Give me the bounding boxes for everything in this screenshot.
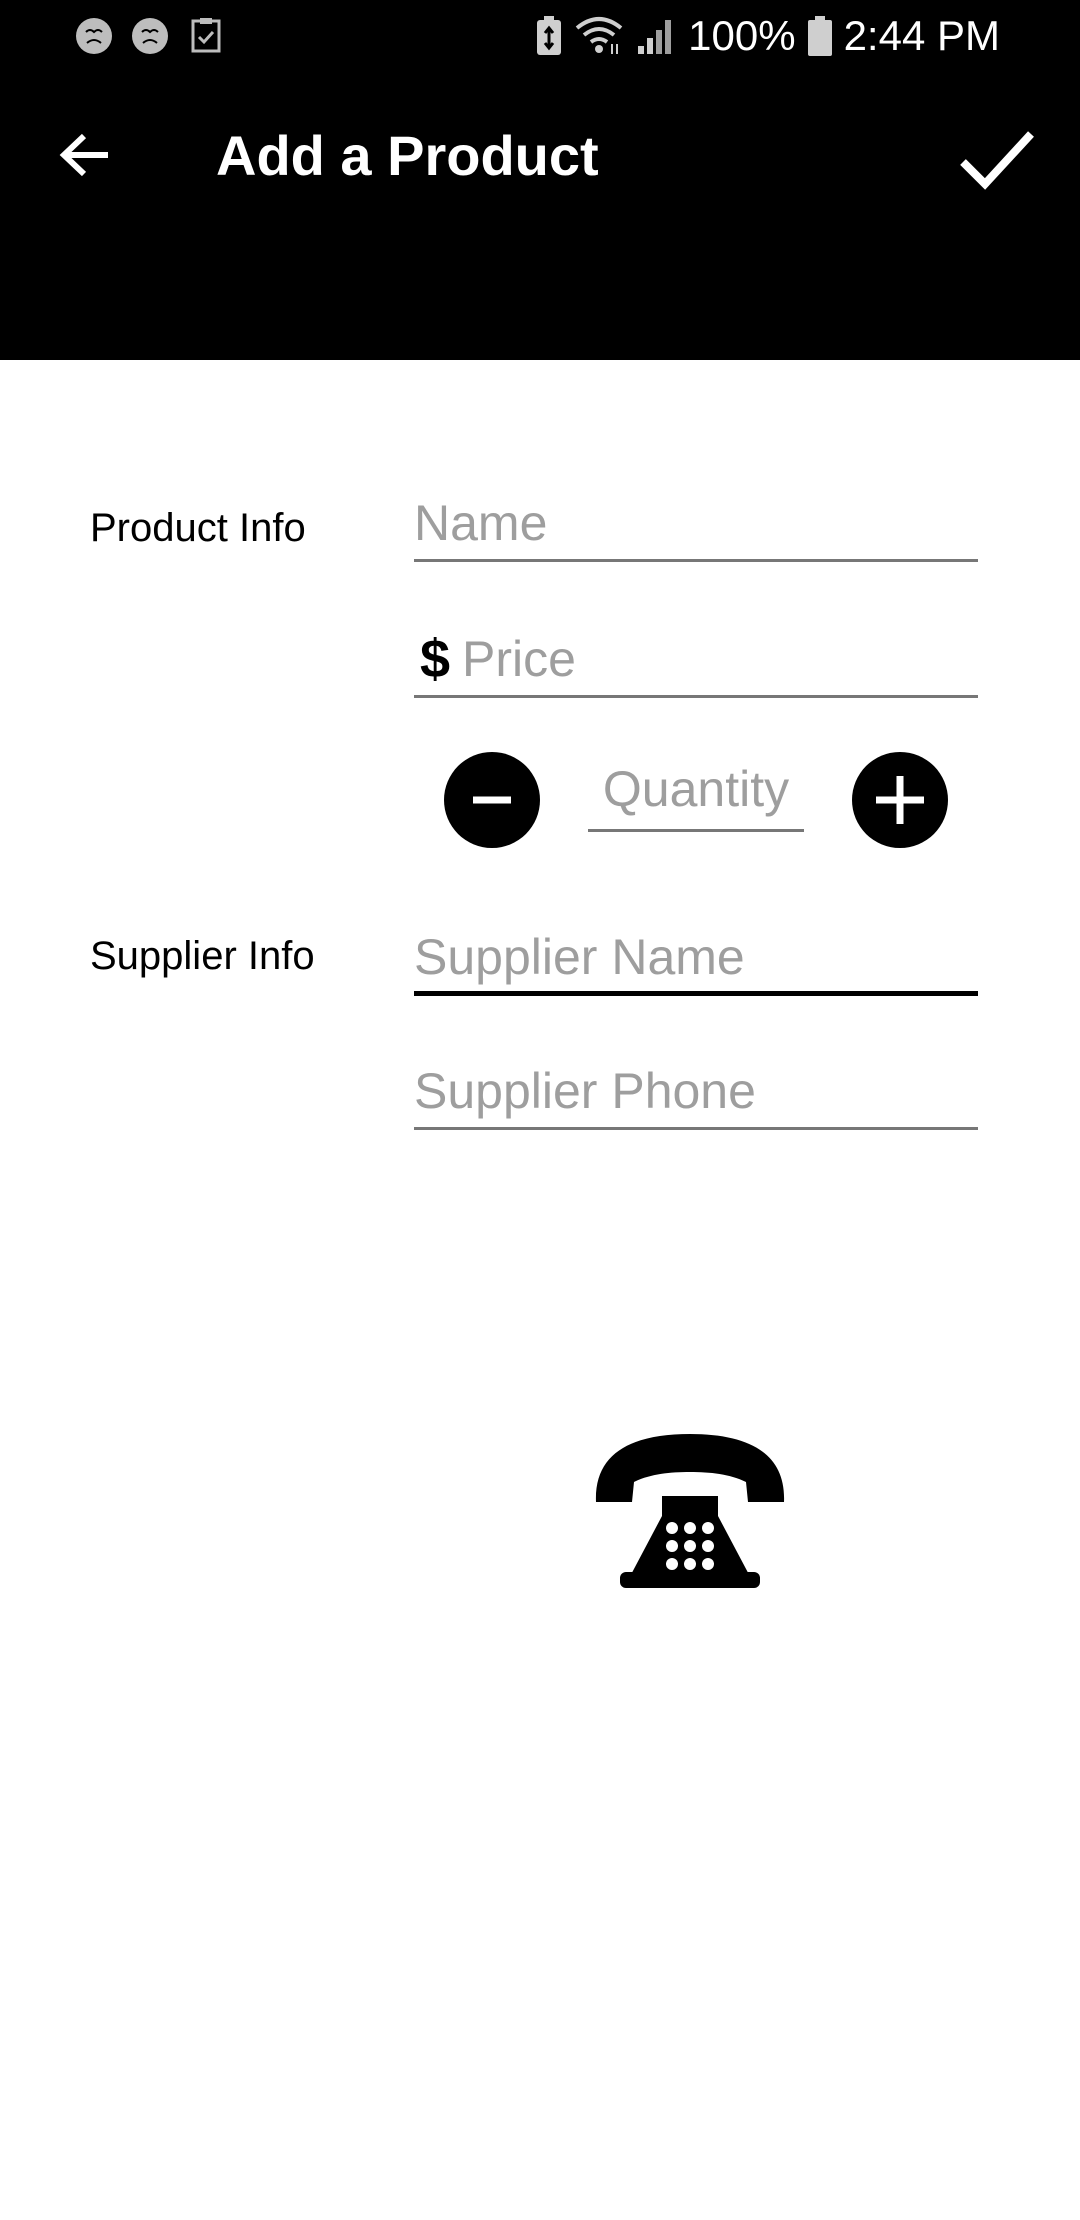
signal-icon xyxy=(638,20,672,54)
supplier-info-label: Supplier Info xyxy=(90,934,315,978)
product-price-field[interactable]: $ xyxy=(414,626,978,698)
page-title: Add a Product xyxy=(216,124,599,187)
currency-symbol: $ xyxy=(420,629,451,689)
supplier-name-input[interactable] xyxy=(414,924,978,990)
battery-percent: 100% xyxy=(688,12,796,59)
notification-icons xyxy=(74,16,226,56)
telephone-icon xyxy=(595,1434,785,1588)
product-price-input[interactable] xyxy=(462,626,978,692)
status-bar: 100% 2:44 PM xyxy=(0,0,1080,72)
back-button[interactable] xyxy=(50,120,120,190)
battery-saver-icon xyxy=(537,16,562,55)
face-notification-icon xyxy=(76,18,112,54)
wifi-icon xyxy=(575,17,623,54)
product-name-field[interactable] xyxy=(414,490,978,562)
supplier-phone-field[interactable] xyxy=(414,1058,978,1130)
face-notification-icon xyxy=(132,18,168,54)
call-supplier-button[interactable] xyxy=(590,1424,790,1594)
checkmark-icon xyxy=(960,131,1034,190)
decrement-quantity-button[interactable] xyxy=(444,752,540,848)
quantity-field[interactable] xyxy=(588,752,804,832)
supplier-phone-input[interactable] xyxy=(414,1058,978,1124)
battery-icon xyxy=(807,16,832,56)
clock: 2:44 PM xyxy=(843,12,1000,59)
product-name-input[interactable] xyxy=(414,490,978,556)
minus-circle-icon xyxy=(473,796,511,804)
system-status: 100% 2:44 PM xyxy=(536,12,1000,60)
checklist-notification-icon xyxy=(191,18,221,53)
app-bar: 100% 2:44 PM Add a Product xyxy=(0,0,1080,360)
supplier-name-field[interactable] xyxy=(414,924,978,996)
product-info-label: Product Info xyxy=(90,506,306,550)
save-button[interactable] xyxy=(954,116,1040,202)
increment-quantity-button[interactable] xyxy=(852,752,948,848)
plus-circle-icon xyxy=(876,776,924,824)
price-input-wrapper: $ xyxy=(414,626,978,692)
quantity-input[interactable] xyxy=(588,752,804,826)
arrow-back-icon xyxy=(59,133,108,177)
